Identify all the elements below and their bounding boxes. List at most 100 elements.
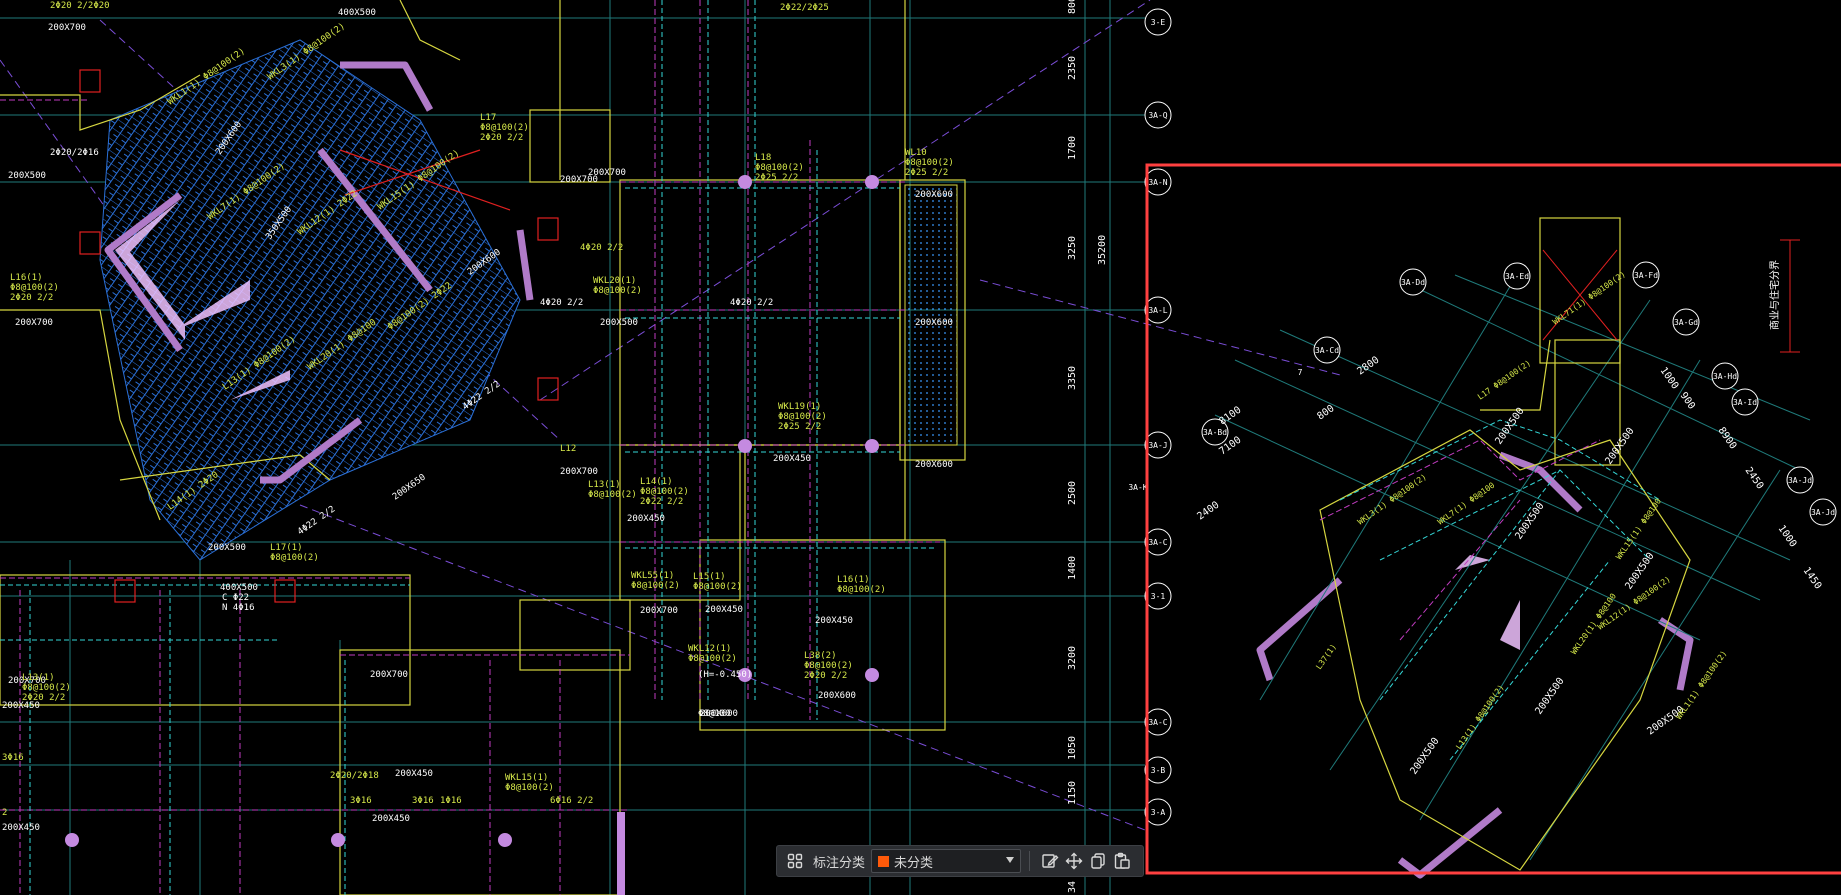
svg-text:2Φ20 2/2: 2Φ20 2/2 [804, 671, 847, 681]
svg-text:200X450: 200X450 [395, 769, 433, 779]
svg-text:Φ8@100(2): Φ8@100(2) [480, 123, 529, 133]
svg-text:L13(1): L13(1) [22, 673, 55, 683]
svg-text:200X700: 200X700 [370, 670, 408, 680]
svg-text:Φ8@100(2): Φ8@100(2) [593, 286, 642, 296]
category-label: 标注分类 [813, 855, 866, 871]
svg-text:2Φ20/2Φ16: 2Φ20/2Φ16 [50, 148, 99, 158]
svg-text:200X600: 200X600 [915, 190, 953, 200]
svg-text:3-A: 3-A [1151, 808, 1166, 817]
svg-text:2Φ20 2/2: 2Φ20 2/2 [480, 133, 523, 143]
svg-text:1700: 1700 [1067, 136, 1078, 160]
svg-text:200X450: 200X450 [773, 454, 811, 464]
svg-text:3Φ16: 3Φ16 [412, 796, 434, 806]
svg-text:35200: 35200 [1097, 235, 1108, 265]
svg-text:200X500: 200X500 [600, 318, 638, 328]
category-select[interactable]: 未分类 [871, 849, 1022, 873]
svg-text:WKL20(1): WKL20(1) [593, 276, 636, 286]
svg-text:200X450: 200X450 [627, 514, 665, 524]
svg-text:Φ8@100(2): Φ8@100(2) [837, 585, 886, 595]
svg-text:200X450: 200X450 [372, 814, 410, 824]
svg-text:Φ8@100(2): Φ8@100(2) [778, 412, 827, 422]
svg-text:WL10: WL10 [905, 148, 927, 158]
svg-text:34: 34 [1067, 881, 1078, 893]
svg-text:L15(1): L15(1) [693, 572, 726, 582]
svg-text:L38(2): L38(2) [804, 651, 837, 661]
svg-text:400X500: 400X500 [220, 583, 258, 593]
svg-text:3A-Bd: 3A-Bd [1203, 428, 1227, 437]
svg-text:3A-Hd: 3A-Hd [1713, 372, 1737, 381]
callout-note: 商业与住宅分界 [1768, 260, 1781, 330]
svg-text:Φ8@100(2): Φ8@100(2) [270, 553, 319, 563]
svg-text:200X700: 200X700 [560, 467, 598, 477]
svg-text:3-B: 3-B [1151, 766, 1166, 775]
svg-text:3-E: 3-E [1151, 18, 1166, 27]
svg-text:200X700: 200X700 [560, 175, 598, 185]
svg-text:L18: L18 [755, 153, 771, 163]
svg-text:2Φ20 2/2Φ20: 2Φ20 2/2Φ20 [50, 1, 110, 11]
svg-text:3A-L: 3A-L [1148, 306, 1167, 315]
svg-text:WKL55(1): WKL55(1) [631, 571, 674, 581]
svg-text:2Φ25 2/2: 2Φ25 2/2 [778, 422, 821, 432]
svg-text:N 4Φ16: N 4Φ16 [222, 603, 255, 613]
svg-text:4Φ20 2/2: 4Φ20 2/2 [540, 298, 583, 308]
svg-text:3A-Dd: 3A-Dd [1401, 278, 1425, 287]
chevron-down-icon [1006, 857, 1015, 863]
svg-text:3A-Id: 3A-Id [1733, 398, 1757, 407]
svg-text:L17: L17 [480, 113, 496, 123]
svg-text:3200: 3200 [1067, 646, 1078, 670]
svg-text:Φ8@100(2): Φ8@100(2) [640, 487, 689, 497]
svg-text:3A-J: 3A-J [1148, 441, 1167, 450]
svg-text:200X700: 200X700 [15, 318, 53, 328]
svg-text:7: 7 [1298, 368, 1303, 377]
svg-text:3Φ16: 3Φ16 [2, 753, 24, 763]
svg-text:L14(1): L14(1) [640, 477, 673, 487]
svg-text:1400: 1400 [1067, 556, 1078, 580]
svg-text:L12: L12 [560, 444, 576, 454]
svg-text:Φ8@100(2): Φ8@100(2) [755, 163, 804, 173]
svg-text:3350: 3350 [1067, 366, 1078, 390]
svg-text:800: 800 [1067, 0, 1078, 14]
svg-text:200X700: 200X700 [640, 606, 678, 616]
cad-drawing-canvas[interactable]: 2Φ20 2/2Φ20 200X700 400X500 2Φ22/2Φ25 2Φ… [0, 0, 1841, 895]
copy-icon[interactable] [1086, 849, 1110, 873]
move-icon[interactable] [1062, 849, 1086, 873]
svg-text:3Φ16: 3Φ16 [350, 796, 372, 806]
svg-text:200X450: 200X450 [815, 616, 853, 626]
paste-icon[interactable] [1110, 849, 1134, 873]
svg-text:200X450: 200X450 [2, 823, 40, 833]
svg-text:WKL15(1): WKL15(1) [505, 773, 548, 783]
svg-text:2350: 2350 [1067, 56, 1078, 80]
category-select-value: 未分类 [894, 855, 934, 871]
svg-text:6Φ16 2/2: 6Φ16 2/2 [550, 796, 593, 806]
svg-text:Φ8@100(2): Φ8@100(2) [631, 581, 680, 591]
svg-text:200X500: 200X500 [8, 171, 46, 181]
svg-text:3A-Fd: 3A-Fd [1634, 271, 1658, 280]
category-color-swatch [878, 855, 890, 867]
svg-text:3-1: 3-1 [1151, 592, 1166, 601]
svg-text:4Φ20 2/2: 4Φ20 2/2 [580, 243, 623, 253]
svg-text:200X700: 200X700 [48, 23, 86, 33]
svg-text:Φ8@100(2): Φ8@100(2) [688, 654, 737, 664]
svg-text:3A-C: 3A-C [1148, 718, 1167, 727]
svg-text:L13(1): L13(1) [588, 480, 621, 490]
svg-text:2500: 2500 [1067, 481, 1078, 505]
grid-icon[interactable] [783, 849, 807, 873]
edit-icon[interactable] [1038, 849, 1062, 873]
svg-text:1150: 1150 [1067, 781, 1078, 805]
svg-text:3250: 3250 [1067, 236, 1078, 260]
svg-text:3A-C: 3A-C [1148, 538, 1167, 547]
svg-text:2Φ22/2Φ25: 2Φ22/2Φ25 [780, 3, 829, 13]
svg-text:3A-Gd: 3A-Gd [1674, 318, 1698, 327]
svg-text:4Φ20 2/2: 4Φ20 2/2 [730, 298, 773, 308]
svg-text:Φ8@100(2): Φ8@100(2) [905, 158, 954, 168]
svg-text:200X450: 200X450 [705, 605, 743, 615]
svg-text:3A-Ed: 3A-Ed [1505, 272, 1529, 281]
svg-text:2Φ20 2/2: 2Φ20 2/2 [22, 693, 65, 703]
annotation-toolbar: 标注分类 未分类 [776, 845, 1144, 877]
svg-text:3A-K: 3A-K [1128, 483, 1147, 492]
svg-text:1Φ16: 1Φ16 [440, 796, 462, 806]
svg-text:3A-Jd: 3A-Jd [1811, 508, 1835, 517]
svg-text:2Φ20 2/2: 2Φ20 2/2 [10, 293, 53, 303]
svg-text:(H=-0.450): (H=-0.450) [698, 670, 752, 680]
svg-text:WKL12(1): WKL12(1) [688, 644, 731, 654]
